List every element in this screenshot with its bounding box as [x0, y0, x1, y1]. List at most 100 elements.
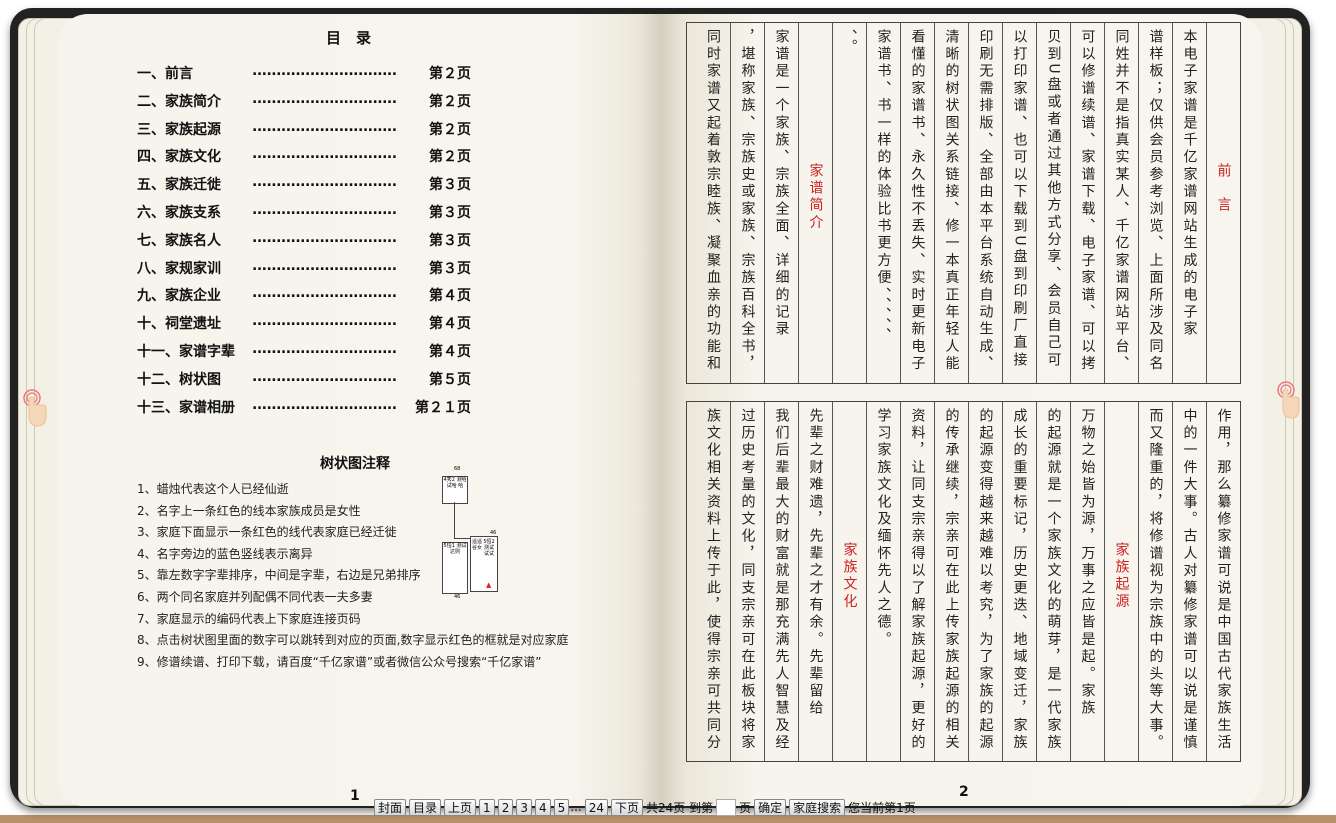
page-suffix-label: 页 — [739, 800, 752, 815]
toc-item-name[interactable]: 一、前言 — [137, 63, 193, 83]
tree-right-family[interactable]: 遥遥 谷女 5恒2 测试 试试 ▲ — [470, 536, 498, 592]
text-line: ，堪称家族、宗族史或家族、宗族百科全书， — [739, 29, 756, 373]
page-5-button[interactable]: 5 — [553, 798, 570, 816]
last-page-button[interactable]: 24 — [584, 798, 608, 816]
toc-item-name[interactable]: 七、家族名人 — [137, 230, 221, 250]
toc-item-name[interactable]: 十三、家谱相册 — [137, 397, 235, 417]
toc-item-name[interactable]: 二、家族简介 — [137, 91, 221, 111]
toc-item-dots: .............................. — [252, 257, 397, 274]
text-line: 家谱书、书一样的体验比书更方便、、、、、 — [875, 29, 892, 345]
section-heading: 家族起源 — [1113, 542, 1130, 611]
tree-note-item: 6、两个同名家庭并列配偶不同代表一夫多妻 — [137, 590, 373, 604]
text-line: 学习家族文化及缅怀先人之德。 — [875, 408, 892, 649]
toc-item-page[interactable]: 第４页 — [429, 313, 471, 333]
prev-page-button[interactable]: 上页 — [444, 798, 477, 816]
page-4-button[interactable]: 4 — [534, 798, 551, 816]
text-column: 以打印家谱、也可以下载到U盘到印刷厂直接 — [1002, 23, 1036, 383]
text-line: 万物之始皆为源，万事之应皆是起。家族 — [1079, 408, 1096, 718]
toc-item-name[interactable]: 十一、家谱字辈 — [137, 341, 235, 361]
toc-item-page[interactable]: 第２页 — [429, 91, 471, 111]
toc-item-page[interactable]: 第２１页 — [415, 397, 471, 417]
tree-left-person[interactable]: 5恒1 测试 达则 — [442, 542, 468, 594]
tree-side-code[interactable]: 46 — [490, 530, 496, 536]
toc-item-name[interactable]: 六、家族支系 — [137, 202, 221, 222]
toc-item-dots: .............................. — [252, 118, 397, 135]
toc-item-dots: .............................. — [252, 146, 397, 163]
tree-note-item: 2、名字上一条红色的线本家族成员是女性 — [137, 503, 361, 518]
tree-connector — [454, 502, 455, 538]
section-heading: 家族文化 — [841, 542, 858, 611]
toc-item-dots: .............................. — [252, 63, 397, 79]
right-page-number: 2 — [959, 784, 969, 800]
toc-item-page[interactable]: 第３页 — [429, 202, 471, 222]
toc-item-page[interactable]: 第２页 — [429, 63, 471, 83]
text-column: 的传承继续，宗亲可在此上传家族起源的相关 — [934, 402, 968, 761]
family-search-button[interactable]: 家庭搜索 — [789, 798, 846, 816]
turn-prev-hand-icon[interactable] — [20, 388, 50, 428]
toc-item-page[interactable]: 第３页 — [429, 230, 471, 250]
toc-item-dots: .............................. — [252, 285, 397, 302]
toc-item-dots: .............................. — [252, 90, 397, 107]
text-line: 家谱是一个家族、宗族全面、详细的记录 — [773, 29, 790, 339]
text-line: 作用，那么纂修家谱可说是中国古代家族生活 — [1215, 408, 1232, 752]
page-1-button[interactable]: 1 — [479, 798, 495, 816]
toc-item-name[interactable]: 十、祠堂遗址 — [137, 313, 221, 333]
cover-button[interactable]: 封面 — [374, 798, 407, 816]
text-column: 家谱是一个家族、宗族全面、详细的记录 — [764, 23, 798, 383]
current-page-label: 您当前第1页 — [848, 800, 916, 815]
toc-item-name[interactable]: 三、家族起源 — [137, 119, 221, 139]
tree-top-person[interactable]: 4秀2 测哈 试哈 哈 — [442, 476, 468, 504]
text-column: 先辈之财难遗，先辈之才有余。先辈留给 — [798, 402, 832, 761]
toc-item-page[interactable]: 第２页 — [429, 119, 471, 139]
text-line: 我们后辈最大的财富就是那充满先人智慧及经 — [773, 408, 790, 752]
section-heading-column: 家谱简介 — [798, 23, 832, 383]
text-column: 印刷无需排版、全部由本平台系统自动生成、 — [968, 23, 1002, 383]
text-column: 同姓并不是指真实某人、千亿家谱网站平台、 — [1104, 23, 1138, 383]
text-line: 的起源变得越来越难以考究，为了家族的起源 — [977, 408, 994, 752]
toc-title: 目 录 — [326, 29, 372, 47]
page-2-button[interactable]: 2 — [497, 798, 514, 816]
tree-bottom-code[interactable]: 46 — [454, 594, 460, 600]
text-line: 以打印家谱、也可以下载到U盘到印刷厂直接 — [1011, 29, 1028, 370]
text-column: 家谱书、书一样的体验比书更方便、、、、、 — [866, 23, 900, 383]
tree-mid-person: 遥遥 谷女 — [472, 539, 482, 587]
text-line: 看懂的家谱书、永久性不丢失、实时更新电子 — [909, 29, 926, 373]
text-column: 贝到U盘或者通过其他方式分享、会员自己可 — [1036, 23, 1070, 383]
page-navigation: 封面 目录 上页 12345 ... 24 下页 共24页 到第 页 确定 家庭… — [374, 797, 919, 817]
text-line: 的传承继续，宗亲可在此上传家族起源的相关 — [943, 408, 960, 752]
text-column: 中的一件大事。古人对纂修家谱可以说是谨慎 — [1172, 402, 1206, 761]
text-column: 资料，让同支宗亲得以了解家族起源，更好的 — [900, 402, 934, 761]
toc-item-name[interactable]: 十二、树状图 — [137, 369, 221, 389]
toc-item-name[interactable]: 四、家族文化 — [137, 146, 221, 166]
text-column: 我们后辈最大的财富就是那充满先人智慧及经 — [764, 402, 798, 761]
toc-item-page[interactable]: 第５页 — [429, 369, 471, 389]
toc-item-page[interactable]: 第３页 — [429, 258, 471, 278]
text-column: 的起源变得越来越难以考究，为了家族的起源 — [968, 402, 1002, 761]
text-line: 谱样板；仅供会员参考浏览、上面所涉及同名 — [1147, 29, 1164, 373]
toc-item-page[interactable]: 第４页 — [429, 341, 471, 361]
toc-item-name[interactable]: 九、家族企业 — [137, 285, 221, 305]
tree-notes-title: 树状图注释 — [320, 456, 390, 472]
toc-button[interactable]: 目录 — [409, 798, 442, 816]
toc-item-name[interactable]: 八、家规家训 — [137, 258, 221, 278]
tree-note-item: 4、名字旁边的蓝色竖线表示离异 — [137, 546, 313, 561]
text-line: 本电子家谱是千亿家谱网站生成的电子家 — [1181, 29, 1198, 339]
toc-item-page[interactable]: 第２页 — [429, 146, 471, 166]
turn-next-hand-icon[interactable] — [1270, 380, 1300, 420]
page-3-button[interactable]: 3 — [516, 798, 532, 816]
total-pages-label: 共24页 到第 — [646, 800, 714, 815]
section-heading: 家谱简介 — [807, 163, 824, 232]
toc-item-page[interactable]: 第３页 — [429, 174, 471, 194]
text-line: 成长的重要标记，历史更迭、地域变迁，家族 — [1011, 408, 1028, 752]
section-heading: 前 言 — [1215, 163, 1232, 215]
tree-top-code[interactable]: 68 — [454, 466, 460, 472]
toc-item-dots: .............................. — [252, 229, 397, 246]
next-page-button[interactable]: 下页 — [610, 798, 643, 816]
confirm-button[interactable]: 确定 — [754, 798, 787, 816]
toc-item-page[interactable]: 第４页 — [429, 285, 471, 305]
text-line: 过历史考量的文化，同支宗亲可在此板块将家 — [739, 408, 756, 752]
text-column: 族文化相关资料上传于此，使得宗亲可共同分 — [696, 402, 730, 761]
goto-page-input[interactable] — [716, 798, 737, 816]
text-column: 成长的重要标记，历史更迭、地域变迁，家族 — [1002, 402, 1036, 761]
toc-item-name[interactable]: 五、家族迁徙 — [137, 174, 221, 194]
